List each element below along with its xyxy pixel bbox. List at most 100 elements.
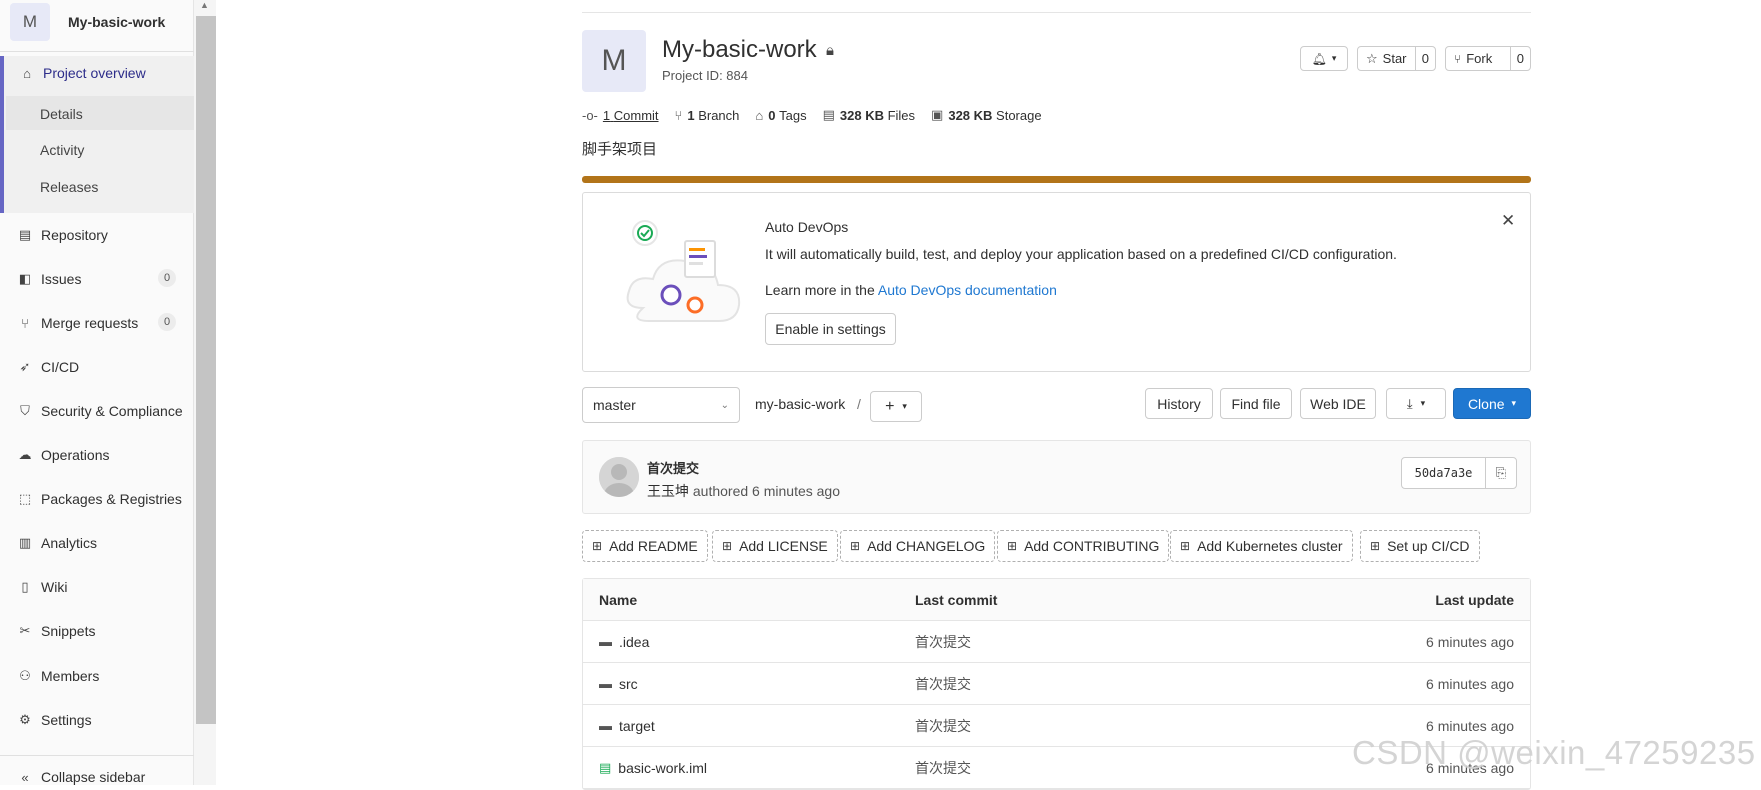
web-ide-button[interactable]: Web IDE — [1300, 388, 1376, 419]
sidebar-item-wiki[interactable]: ▯ Wiki — [16, 576, 67, 598]
commit-sha[interactable]: 50da7a3e — [1402, 458, 1486, 488]
sidebar-scrollbar-thumb[interactable] — [196, 16, 216, 724]
cloud-icon: ☁ — [18, 447, 32, 462]
branch-label: Branch — [698, 107, 740, 123]
files-link[interactable]: ▤ 328 KB Files — [823, 107, 915, 123]
close-icon[interactable]: ✕ — [1501, 211, 1515, 231]
add-file-dropdown[interactable]: + ▾ — [870, 391, 922, 422]
breadcrumb-path[interactable]: my-basic-work — [755, 396, 845, 412]
add-readme-button[interactable]: ⊞ Add README — [582, 530, 708, 562]
sidebar-sub-details[interactable]: Details — [40, 106, 83, 122]
file-name[interactable]: src — [619, 676, 638, 692]
enable-in-settings-button[interactable]: Enable in settings — [765, 313, 896, 345]
plus-square-icon: ⊞ — [722, 539, 733, 553]
sidebar-sub-activity[interactable]: Activity — [40, 142, 84, 158]
sidebar: M My-basic-work ⌂ Project overview Detai… — [0, 0, 194, 785]
sidebar-sub-releases[interactable]: Releases — [40, 179, 98, 195]
merge-requests-count: 0 — [158, 313, 176, 331]
commit-title[interactable]: 首次提交 — [647, 458, 699, 477]
star-button[interactable]: ☆ Star 0 — [1357, 46, 1436, 71]
clone-dropdown[interactable]: Clone ▾ — [1453, 388, 1531, 419]
tag-icon: ⌂ — [755, 107, 764, 123]
sidebar-item-repository[interactable]: ▤ Repository — [16, 224, 108, 246]
shield-icon: ⛉ — [20, 403, 30, 418]
sidebar-item-label: Project overview — [43, 65, 146, 81]
commit-icon: -o- — [582, 107, 598, 123]
storage-icon: ▣ — [931, 107, 944, 122]
row-update: 6 minutes ago — [1426, 633, 1514, 650]
download-icon: ⤓ — [1406, 395, 1413, 411]
sidebar-item-project-overview[interactable]: ⌂ Project overview — [18, 62, 146, 84]
sidebar-item-security[interactable]: ⛉ Security & Compliance — [16, 400, 183, 422]
row-commit[interactable]: 首次提交 — [915, 674, 971, 694]
divider — [0, 51, 194, 52]
tags-link[interactable]: ⌂ 0 Tags — [755, 108, 806, 123]
row-update: 6 minutes ago — [1426, 717, 1514, 734]
avatar[interactable] — [599, 457, 639, 497]
table-row[interactable]: ▬ src 首次提交 6 minutes ago — [583, 663, 1530, 705]
issues-icon: ◧ — [18, 271, 32, 286]
fork-button[interactable]: ⑂ Fork 0 — [1445, 46, 1531, 71]
commit-sha-group: 50da7a3e ⎘ — [1401, 457, 1517, 489]
devops-docs-link[interactable]: Auto DevOps documentation — [878, 282, 1057, 298]
row-commit[interactable]: 首次提交 — [915, 758, 971, 778]
scroll-up-arrow-icon[interactable]: ▲ — [200, 0, 209, 10]
add-contributing-label: Add CONTRIBUTING — [1024, 538, 1160, 554]
sidebar-item-ci-cd[interactable]: ➶ CI/CD — [16, 356, 80, 378]
book-icon: ▯ — [21, 579, 29, 594]
sidebar-item-label: Analytics — [41, 535, 98, 551]
setup-ci-cd-button[interactable]: ⊞ Set up CI/CD — [1360, 530, 1480, 562]
project-avatar: M — [582, 30, 646, 92]
file-name[interactable]: basic-work.iml — [618, 760, 707, 776]
find-file-button[interactable]: Find file — [1220, 388, 1292, 419]
sidebar-project[interactable]: M My-basic-work — [10, 3, 165, 41]
star-label: Star — [1382, 51, 1407, 66]
sidebar-item-packages[interactable]: ⬚ Packages & Registries — [16, 488, 182, 510]
auto-devops-banner: Auto DevOps It will automatically build,… — [582, 192, 1531, 372]
branch-link[interactable]: ⑂ 1 Branch — [675, 108, 740, 123]
sidebar-item-label: Packages & Registries — [41, 491, 182, 507]
sidebar-item-label: Issues — [41, 271, 82, 287]
sidebar-item-members[interactable]: ⚇ Members — [16, 665, 99, 687]
add-license-button[interactable]: ⊞ Add LICENSE — [712, 530, 838, 562]
row-update: 6 minutes ago — [1426, 675, 1514, 692]
row-commit[interactable]: 首次提交 — [915, 632, 971, 652]
storage-link[interactable]: ▣ 328 KB Storage — [931, 107, 1042, 123]
sidebar-item-analytics[interactable]: ▥ Analytics — [16, 532, 97, 554]
star-count: 0 — [1414, 47, 1435, 70]
project-id: Project ID: 884 — [662, 68, 748, 83]
commit-author[interactable]: 王玉坤 — [647, 483, 689, 499]
download-dropdown[interactable]: ⤓ ▾ — [1386, 388, 1446, 419]
gear-icon: ⚙ — [19, 712, 31, 727]
add-contributing-button[interactable]: ⊞ Add CONTRIBUTING — [997, 530, 1170, 562]
storage-label: Storage — [996, 107, 1042, 123]
sidebar-item-merge-requests[interactable]: ⑂ Merge requests — [16, 312, 138, 334]
add-kubernetes-button[interactable]: ⊞ Add Kubernetes cluster — [1170, 530, 1353, 562]
divider — [582, 12, 1531, 13]
sidebar-item-operations[interactable]: ☁ Operations — [16, 444, 110, 466]
chevron-down-icon: ▾ — [1331, 53, 1337, 63]
plus-square-icon: ⊞ — [1007, 539, 1018, 553]
sidebar-item-snippets[interactable]: ✂ Snippets — [16, 620, 96, 642]
storage-num: 328 KB — [948, 107, 993, 123]
file-name[interactable]: .idea — [619, 634, 649, 650]
table-header: Name Last commit Last update — [583, 579, 1530, 621]
file-name[interactable]: target — [619, 718, 655, 734]
notification-dropdown[interactable]: 🔔︎ ▾ — [1300, 46, 1348, 71]
add-license-label: Add LICENSE — [739, 538, 828, 554]
sidebar-item-label: CI/CD — [41, 359, 80, 375]
sidebar-item-issues[interactable]: ◧ Issues — [16, 268, 82, 290]
sidebar-item-settings[interactable]: ⚙ Settings — [16, 709, 91, 731]
row-commit[interactable]: 首次提交 — [915, 716, 971, 736]
language-bar — [582, 176, 1531, 183]
chevron-down-icon: ⌄ — [720, 399, 729, 411]
branch-select[interactable]: master ⌄ — [582, 387, 740, 423]
commits-link[interactable]: -o- 1 Commit — [582, 108, 659, 123]
chevron-down-icon: ▾ — [902, 401, 907, 411]
clipboard-icon[interactable]: ⎘ — [1486, 458, 1516, 488]
history-button[interactable]: History — [1145, 388, 1213, 419]
table-row[interactable]: ▬ .idea 首次提交 6 minutes ago — [583, 621, 1530, 663]
add-kubernetes-label: Add Kubernetes cluster — [1197, 538, 1343, 554]
header-name: Name — [599, 591, 638, 608]
add-changelog-button[interactable]: ⊞ Add CHANGELOG — [840, 530, 996, 562]
